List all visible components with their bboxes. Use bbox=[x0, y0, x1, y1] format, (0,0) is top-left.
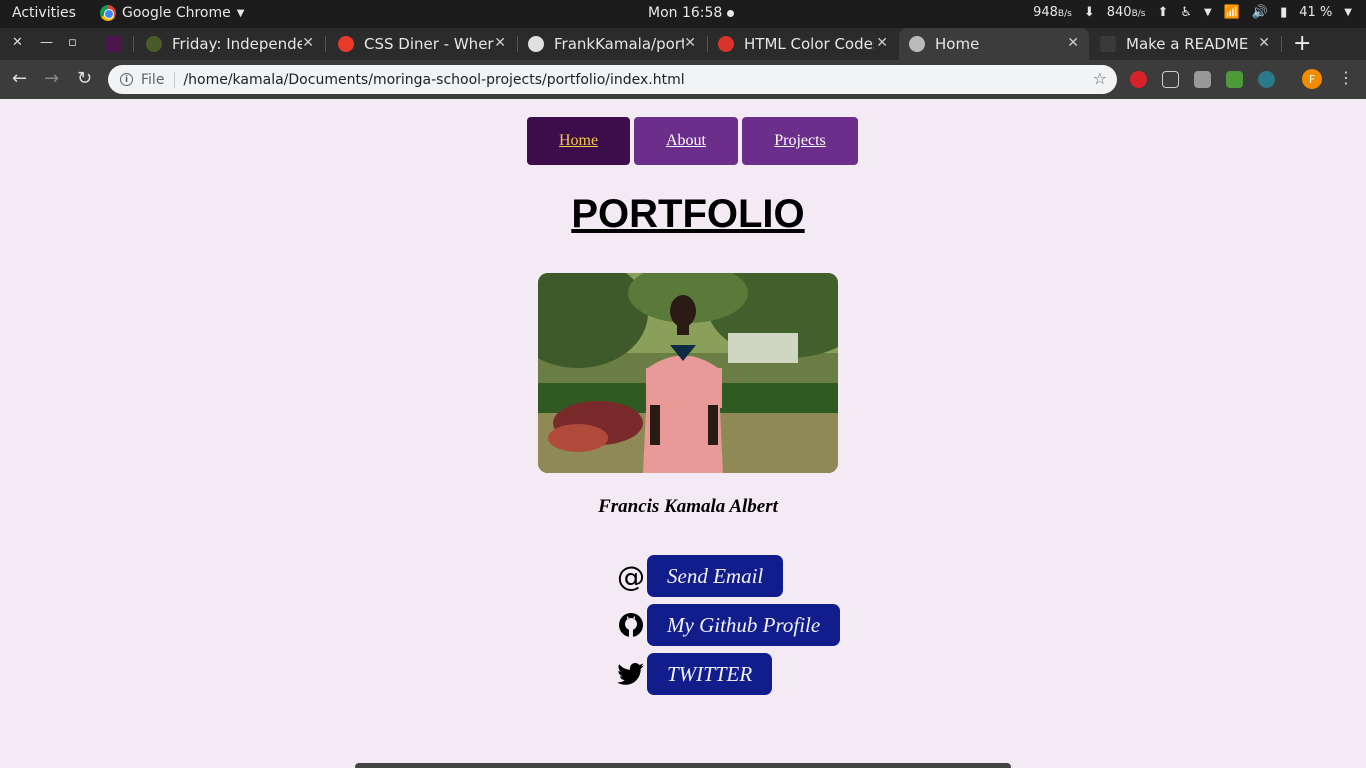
bottom-panel-edge bbox=[355, 763, 1011, 768]
tab-title: FrankKamala/portfolio bbox=[554, 35, 684, 53]
info-icon[interactable]: i bbox=[120, 73, 133, 86]
send-email-button[interactable]: Send Email bbox=[647, 555, 784, 597]
person-name: Francis Kamala Albert bbox=[598, 496, 778, 517]
close-icon[interactable]: ✕ bbox=[1258, 35, 1270, 51]
recycle-extension-icon[interactable] bbox=[1258, 71, 1275, 88]
tree-icon bbox=[146, 36, 162, 52]
github-icon bbox=[616, 610, 646, 640]
profile-photo bbox=[538, 273, 838, 473]
nav-home[interactable]: Home bbox=[527, 117, 630, 165]
chevron-down-icon: ▼ bbox=[1344, 7, 1352, 18]
tab-slack-pinned[interactable] bbox=[96, 28, 132, 60]
os-top-bar: Activities Google Chrome ▼ Mon 16:58 948… bbox=[0, 0, 1366, 28]
css-diner-icon bbox=[338, 36, 354, 52]
clock-text: Mon 16:58 bbox=[648, 5, 723, 21]
wifi-icon: 📶 bbox=[1223, 5, 1240, 20]
close-icon[interactable]: ✕ bbox=[684, 35, 696, 51]
bookmark-star-icon[interactable]: ☆ bbox=[1093, 69, 1107, 88]
github-icon bbox=[528, 36, 544, 52]
nav-home-link[interactable]: Home bbox=[559, 132, 598, 150]
scheme-label: File bbox=[141, 71, 176, 88]
net-up-speed: 840B/s bbox=[1106, 5, 1146, 20]
tab-readme[interactable]: Make a README ✕ bbox=[1090, 28, 1280, 60]
tab-home[interactable]: Home ✕ bbox=[899, 28, 1089, 60]
nav-projects-link[interactable]: Projects bbox=[774, 132, 826, 150]
window-close-icon[interactable]: ✕ bbox=[12, 35, 23, 50]
window-minimize-icon[interactable]: — bbox=[40, 35, 53, 50]
tab-separator bbox=[1281, 36, 1282, 52]
activities-button[interactable]: Activities bbox=[12, 5, 76, 21]
page-title: PORTFOLIO bbox=[571, 192, 805, 236]
url-text[interactable]: /home/kamala/Documents/moringa-school-pr… bbox=[183, 72, 684, 88]
tab-title: Make a README bbox=[1126, 35, 1249, 53]
notification-dot-icon bbox=[727, 9, 735, 17]
tab-friday[interactable]: Friday: Independence ✕ bbox=[136, 28, 324, 60]
profile-photo-image bbox=[538, 273, 838, 473]
github-profile-button[interactable]: My Github Profile bbox=[647, 604, 841, 646]
tab-html-color-codes[interactable]: HTML Color Codes ✕ bbox=[708, 28, 898, 60]
battery-percent: 41 % bbox=[1299, 5, 1333, 20]
image-extension-icon[interactable] bbox=[1226, 71, 1243, 88]
app-name: Google Chrome bbox=[122, 5, 231, 21]
system-tray[interactable]: 948B/s ⬇ 840B/s ⬆ ♿ ▼ 📶 🔊 ▮ 41 % ▼ bbox=[1033, 5, 1352, 20]
twitter-link-row: TWITTER bbox=[616, 653, 773, 695]
github-link-row: My Github Profile bbox=[616, 604, 841, 646]
nav-about-link[interactable]: About bbox=[666, 132, 706, 150]
profile-avatar[interactable]: F bbox=[1302, 69, 1322, 89]
slack-icon bbox=[106, 36, 122, 52]
clock[interactable]: Mon 16:58 bbox=[648, 5, 735, 21]
net-down-speed: 948B/s bbox=[1033, 5, 1072, 20]
window-maximize-icon[interactable]: ▫ bbox=[68, 35, 77, 50]
cube-extension-icon[interactable] bbox=[1162, 71, 1179, 88]
volume-icon: 🔊 bbox=[1251, 5, 1269, 20]
tab-separator bbox=[325, 36, 326, 52]
arrow-up-icon: ⬆ bbox=[1157, 5, 1169, 20]
arrow-down-icon: ⬇ bbox=[1083, 5, 1095, 20]
close-icon[interactable]: ✕ bbox=[1067, 35, 1079, 51]
nav-projects[interactable]: Projects bbox=[742, 117, 858, 165]
chrome-icon bbox=[100, 5, 116, 21]
app-menu[interactable]: Google Chrome ▼ bbox=[100, 5, 244, 21]
new-tab-plus-icon[interactable]: + bbox=[1293, 31, 1311, 56]
battery-icon: ▮ bbox=[1280, 5, 1288, 20]
tab-title: Friday: Independence bbox=[172, 35, 302, 53]
tab-title: CSS Diner - Where we feed on CSS bbox=[364, 35, 494, 53]
camera-extension-icon[interactable] bbox=[1194, 71, 1211, 88]
tab-title: HTML Color Codes bbox=[744, 35, 874, 53]
document-icon bbox=[1100, 36, 1116, 52]
forward-arrow-icon[interactable]: → bbox=[44, 68, 59, 89]
adblock-extension-icon[interactable] bbox=[1130, 71, 1147, 88]
chevron-down-icon: ▼ bbox=[1204, 7, 1212, 18]
menu-kebab-icon[interactable]: ⋮ bbox=[1338, 68, 1354, 87]
reload-icon[interactable]: ↻ bbox=[77, 68, 92, 89]
tab-separator bbox=[133, 36, 134, 52]
browser-toolbar: ← → ↻ i File /home/kamala/Documents/mori… bbox=[0, 60, 1366, 99]
chevron-down-icon: ▼ bbox=[236, 7, 245, 19]
close-icon[interactable]: ✕ bbox=[876, 35, 888, 51]
twitter-button[interactable]: TWITTER bbox=[647, 653, 773, 695]
address-bar[interactable]: i File /home/kamala/Documents/moringa-sc… bbox=[108, 65, 1117, 94]
close-icon[interactable]: ✕ bbox=[302, 35, 314, 51]
close-icon[interactable]: ✕ bbox=[494, 35, 506, 51]
tab-title: Home bbox=[935, 35, 980, 53]
color-wheel-icon bbox=[718, 36, 734, 52]
nav-about[interactable]: About bbox=[634, 117, 738, 165]
tab-strip: ✕ — ▫ Friday: Independence ✕ CSS Diner -… bbox=[0, 28, 1366, 60]
back-arrow-icon[interactable]: ← bbox=[12, 68, 27, 89]
tab-css-diner[interactable]: CSS Diner - Where we feed on CSS ✕ bbox=[328, 28, 516, 60]
at-sign-icon: @ bbox=[617, 559, 645, 593]
globe-icon bbox=[909, 36, 925, 52]
tab-github[interactable]: FrankKamala/portfolio ✕ bbox=[518, 28, 706, 60]
accessibility-icon[interactable]: ♿ bbox=[1180, 5, 1192, 20]
twitter-bird-icon bbox=[616, 659, 646, 689]
email-link-row: @ Send Email bbox=[616, 555, 784, 597]
